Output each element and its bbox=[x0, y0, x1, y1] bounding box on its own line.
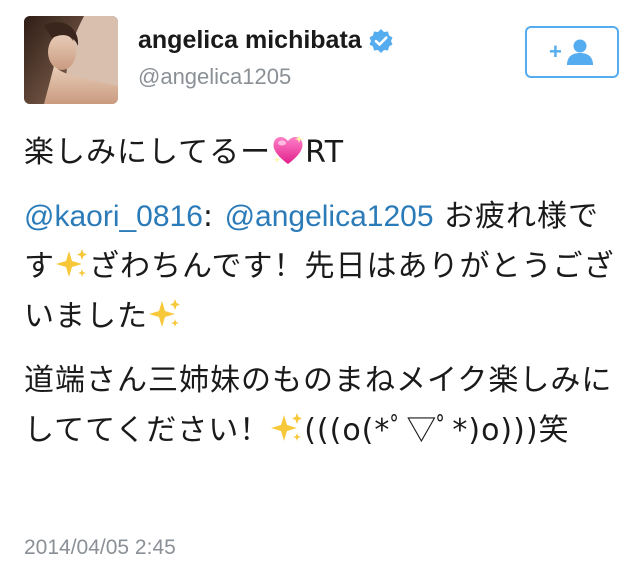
mention-link[interactable]: @kaori_0816 bbox=[24, 200, 203, 233]
sparkles-icon bbox=[148, 297, 182, 331]
user-handle[interactable]: @angelica1205 bbox=[138, 64, 291, 90]
svg-text:+: + bbox=[549, 39, 562, 64]
tweet-timestamp[interactable]: 2014/04/05 2:45 bbox=[24, 536, 176, 560]
tweet-text: 楽しみにしてるー RT @kaori_0816: @angelica1205 お… bbox=[24, 128, 624, 456]
tweet-line-1: 楽しみにしてるー RT bbox=[24, 128, 624, 178]
display-name-text: angelica michibata bbox=[138, 26, 362, 54]
tweet-line-1-text: 楽しみにしてるー bbox=[24, 135, 272, 170]
mention-link[interactable]: @angelica1205 bbox=[225, 200, 434, 233]
sparkles-icon bbox=[55, 247, 89, 281]
mention-separator: : bbox=[202, 199, 225, 234]
tweet-line-1-suffix: RT bbox=[305, 135, 345, 170]
tweet-paragraph-2: @kaori_0816: @angelica1205 お疲れ様です ざわちんです… bbox=[24, 192, 624, 342]
follow-button[interactable]: + bbox=[525, 26, 619, 78]
avatar[interactable] bbox=[24, 16, 118, 104]
sparkling-heart-icon bbox=[271, 133, 305, 167]
tweet-paragraph-2-text-b: ざわちんです！先日はありがとうございました bbox=[24, 249, 615, 334]
tweet-paragraph-3-text-b: (((o(*ﾟ▽ﾟ*)o)))笑 bbox=[304, 413, 570, 448]
sparkles-icon bbox=[270, 411, 304, 445]
display-name[interactable]: angelica michibata bbox=[138, 26, 394, 55]
follow-user-icon: + bbox=[549, 39, 593, 65]
tweet-paragraph-3: 道端さん三姉妹のものまねメイク楽しみにしててください！ (((o(*ﾟ▽ﾟ*)o… bbox=[24, 356, 624, 456]
verified-badge-icon bbox=[368, 28, 394, 54]
